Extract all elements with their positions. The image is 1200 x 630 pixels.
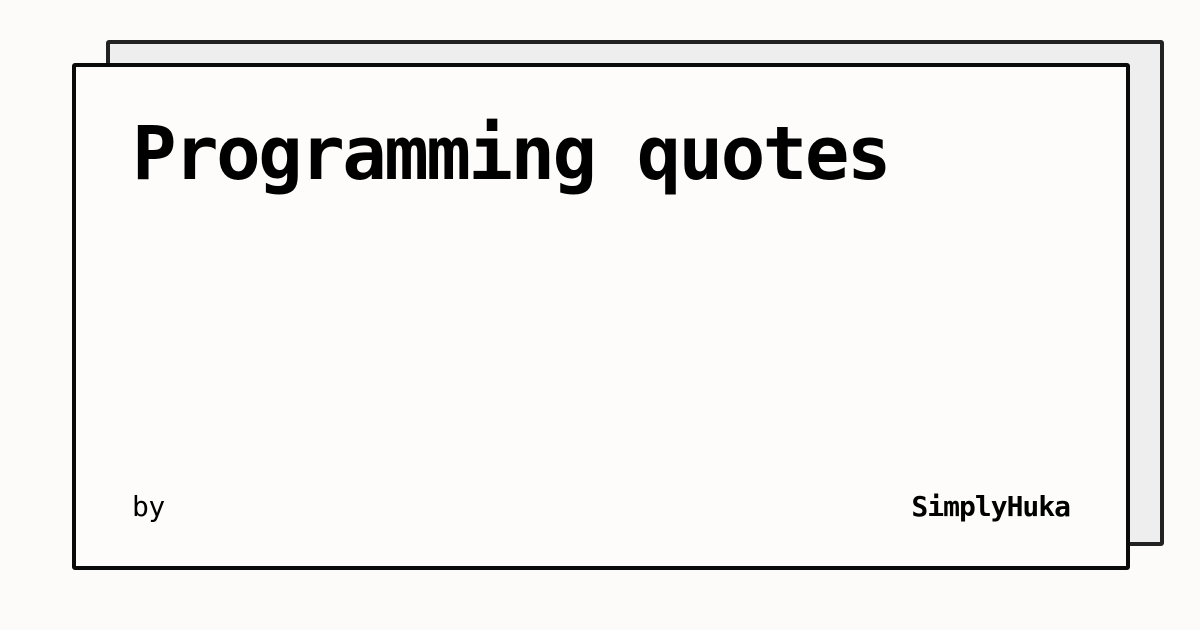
card-footer: by SimplyHuka	[132, 490, 1071, 523]
page: { "card": { "title": "Programming quotes…	[0, 0, 1200, 630]
card-title: Programming quotes	[132, 111, 891, 197]
author-name: SimplyHuka	[911, 490, 1071, 523]
title-card: Programming quotes by SimplyHuka	[72, 63, 1130, 570]
by-label: by	[132, 490, 165, 523]
